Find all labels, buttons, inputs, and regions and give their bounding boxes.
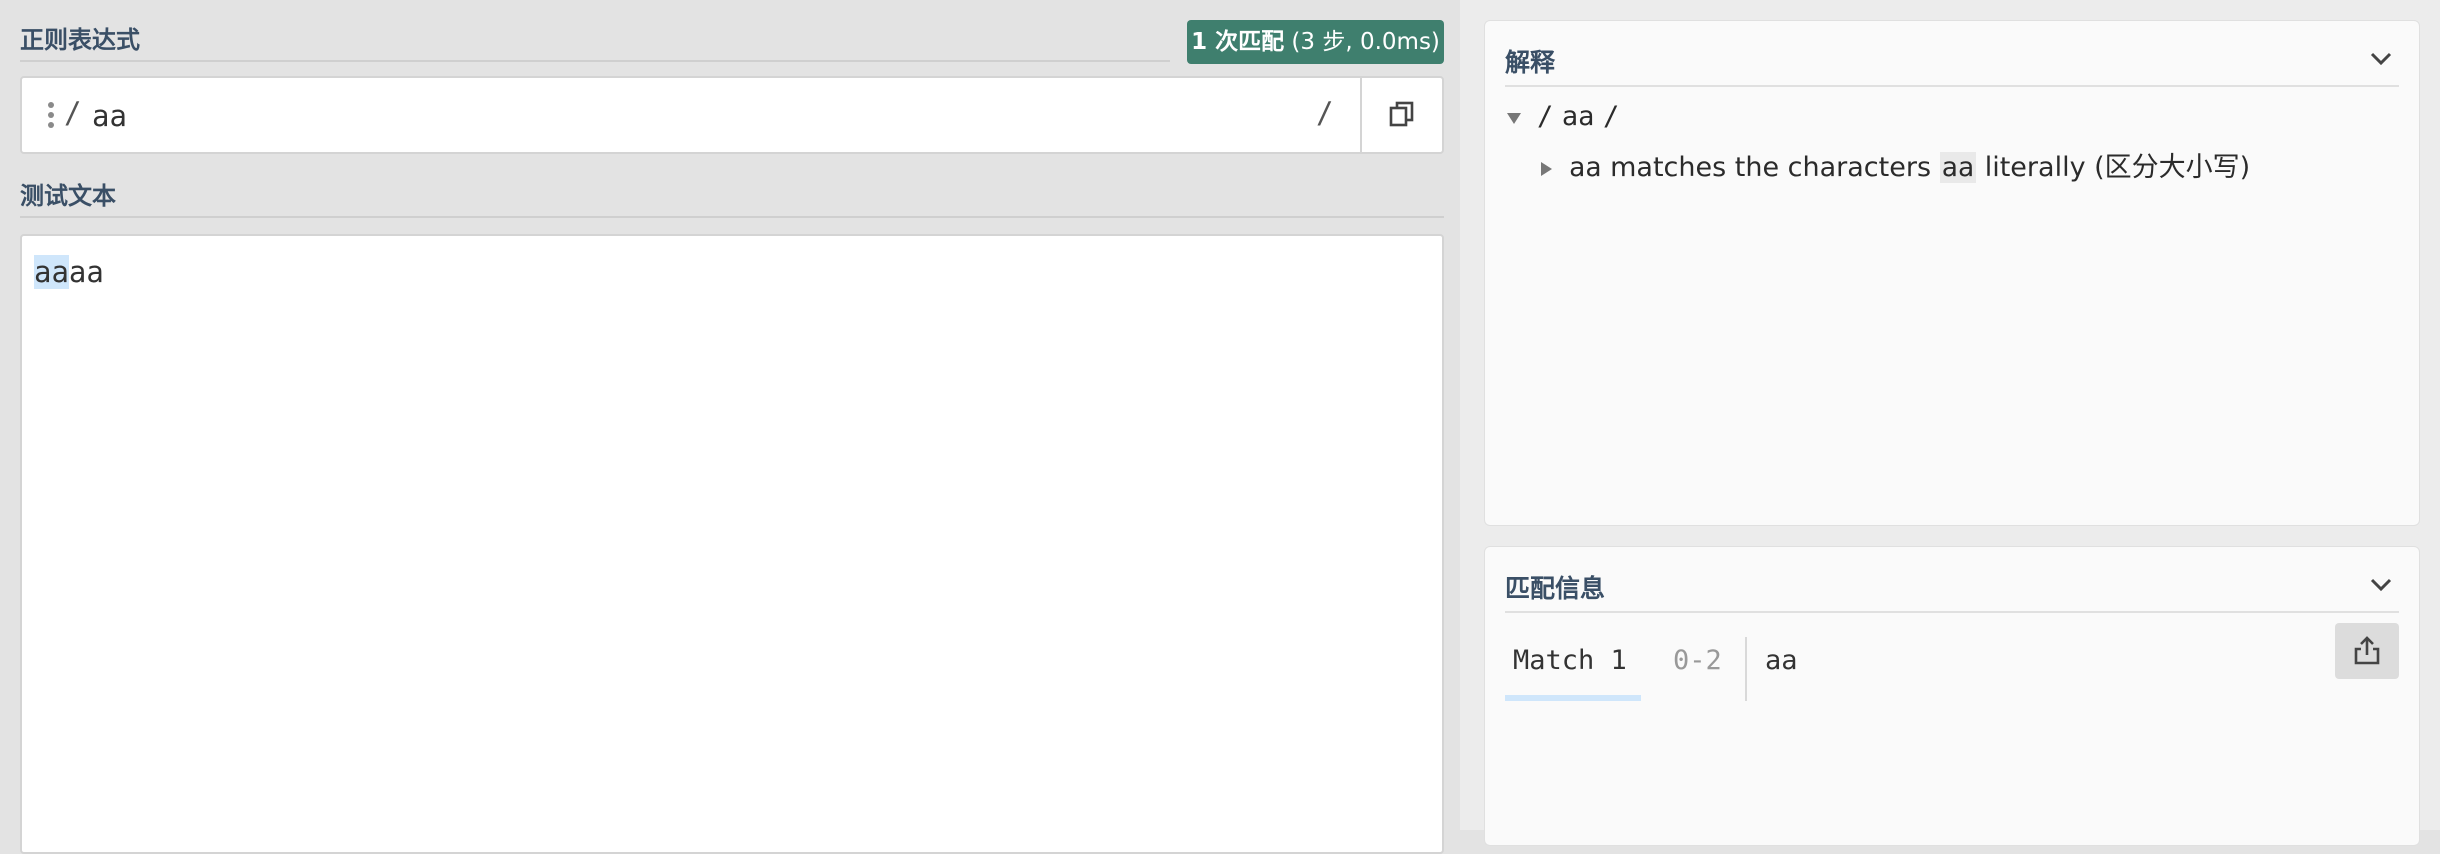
match-range: 0-2 [1673,645,1722,676]
item-description: matches the characters [1610,152,1932,183]
match-info-title: 匹配信息 [1505,574,1606,603]
test-string-editor[interactable]: aaaa [20,234,1444,854]
match-info-divider [1505,611,2399,613]
test-section-title: 测试文本 [20,182,116,210]
share-button[interactable] [2335,623,2399,679]
match-info-panel: 匹配信息 Match 1 0-2 aa [1484,546,2420,846]
drag-handle-icon[interactable] [48,102,54,128]
match-highlight: aa [34,255,69,289]
match-timing: (3 步, 0.0ms) [1291,29,1440,55]
match-label: Match 1 [1513,645,1627,676]
root-close-delimiter: / [1602,101,1620,132]
explanation-panel: 解释 / aa / aa matches the characters aa l… [1484,20,2420,526]
regex-close-delimiter[interactable]: / [1316,96,1333,130]
regex-input-box[interactable]: / / [20,76,1444,154]
match-count-label: 1 次匹配 [1191,29,1285,55]
match-separator [1745,637,1747,701]
test-string-text[interactable]: aaaa [34,250,104,294]
triangle-right-icon[interactable] [1537,160,1555,178]
triangle-down-icon[interactable] [1505,109,1523,127]
item-token: aa [1569,152,1602,183]
chevron-down-icon[interactable] [2367,571,2395,599]
copy-icon [1389,101,1414,127]
explanation-divider [1505,85,2399,87]
match-value: aa [1765,645,1798,676]
chevron-down-icon[interactable] [2367,45,2395,73]
regex-section-divider [20,60,1170,62]
item-literal: aa [1939,152,1977,183]
root-pattern: aa [1561,101,1595,132]
regex-editor-column: 正则表达式 1 次匹配 (3 步, 0.0ms) / / 测试文本 aaaa [0,0,1460,854]
test-section-divider [20,216,1444,218]
explanation-root[interactable]: / aa / [1505,101,1619,132]
regex-open-delimiter: / [64,96,82,130]
explanation-title: 解释 [1505,48,1556,77]
explanation-item[interactable]: aa matches the characters aa literally (… [1537,145,2250,184]
match-count-badge: 1 次匹配 (3 步, 0.0ms) [1187,20,1444,64]
item-description-suffix: literally (区分大小写) [1984,152,2251,183]
regex-pattern-input[interactable] [92,96,792,136]
share-icon [2354,636,2380,665]
match-color-indicator [1505,695,1641,701]
unmatched-text: aa [68,255,104,289]
sidebar-column: 解释 / aa / aa matches the characters aa l… [1460,0,2440,846]
regex-section-title: 正则表达式 [20,26,140,54]
copy-button[interactable] [1360,78,1442,152]
root-open-delimiter: / [1537,101,1554,132]
